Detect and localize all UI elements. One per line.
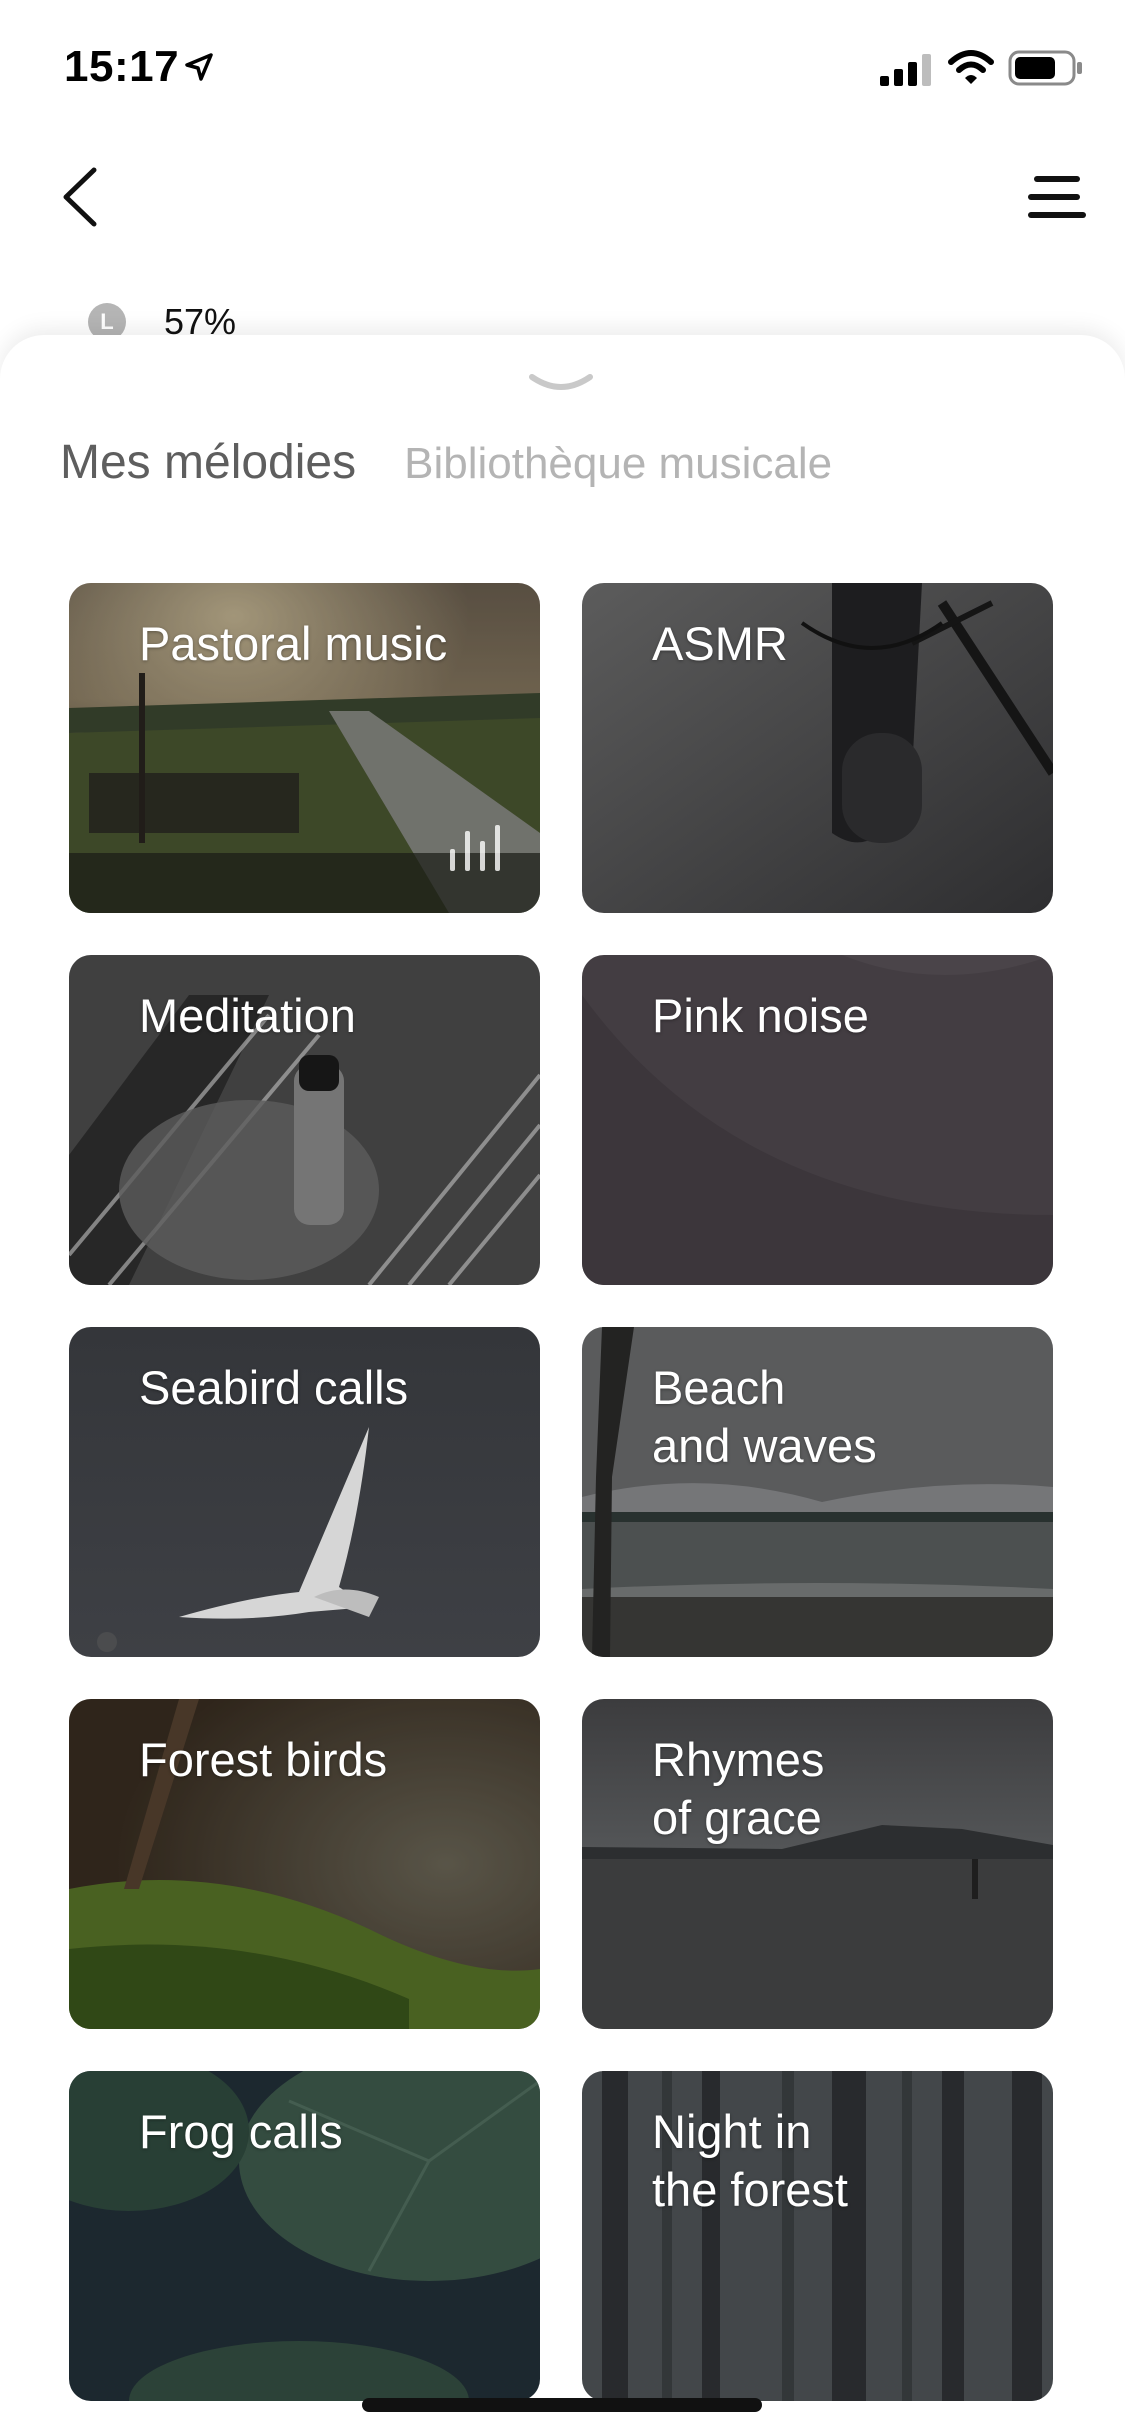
- melody-card-pink-noise[interactable]: Pink noise: [582, 955, 1053, 1285]
- battery-icon: [1008, 50, 1082, 86]
- location-arrow-icon: [185, 53, 213, 81]
- melody-card-frog-calls[interactable]: Frog calls: [69, 2071, 540, 2401]
- melody-label: Rhymes of grace: [652, 1733, 825, 1844]
- status-time: 15:17: [64, 42, 180, 91]
- cellular-signal-icon: [880, 54, 931, 86]
- melodies-sheet: Mes mélodies Bibliothèque musicale Pasto…: [0, 335, 1125, 2436]
- melody-card-rhymes-of-grace[interactable]: Rhymes of grace: [582, 1699, 1053, 2029]
- melody-card-asmr[interactable]: ASMR: [582, 583, 1053, 913]
- melody-label: ASMR: [652, 617, 788, 670]
- melody-card-beach-and-waves[interactable]: Beach and waves: [582, 1327, 1053, 1657]
- melody-grid: Pastoral music ASMR Meditation Pink nois…: [69, 583, 1053, 2401]
- melody-label: Forest birds: [139, 1733, 388, 1786]
- tab-my-melodies[interactable]: Mes mélodies: [60, 435, 356, 490]
- wifi-icon: [948, 50, 994, 84]
- collapse-sheet-handle[interactable]: [528, 371, 594, 395]
- melody-label: Seabird calls: [139, 1361, 409, 1414]
- tab-music-library[interactable]: Bibliothèque musicale: [404, 439, 832, 489]
- back-button[interactable]: [58, 166, 102, 228]
- melody-card-meditation[interactable]: Meditation: [69, 955, 540, 1285]
- melody-label: Night in the forest: [652, 2105, 848, 2216]
- melody-card-night-in-the-forest[interactable]: Night in the forest: [582, 2071, 1053, 2401]
- tab-bar: Mes mélodies Bibliothèque musicale: [60, 435, 832, 490]
- melody-label: Meditation: [139, 989, 356, 1042]
- status-bar: 15:17: [0, 0, 1125, 135]
- melody-label: Beach and waves: [652, 1361, 877, 1472]
- melody-card-seabird-calls[interactable]: Seabird calls: [69, 1327, 540, 1657]
- home-indicator: [362, 2398, 762, 2412]
- melody-label: Pink noise: [652, 989, 869, 1042]
- now-playing-equalizer-icon: [450, 825, 500, 871]
- melody-label: Pastoral music: [139, 617, 448, 670]
- melody-card-pastoral-music[interactable]: Pastoral music: [69, 583, 540, 913]
- melody-card-forest-birds[interactable]: Forest birds: [69, 1699, 540, 2029]
- menu-button[interactable]: [1024, 172, 1086, 222]
- melody-label: Frog calls: [139, 2105, 343, 2158]
